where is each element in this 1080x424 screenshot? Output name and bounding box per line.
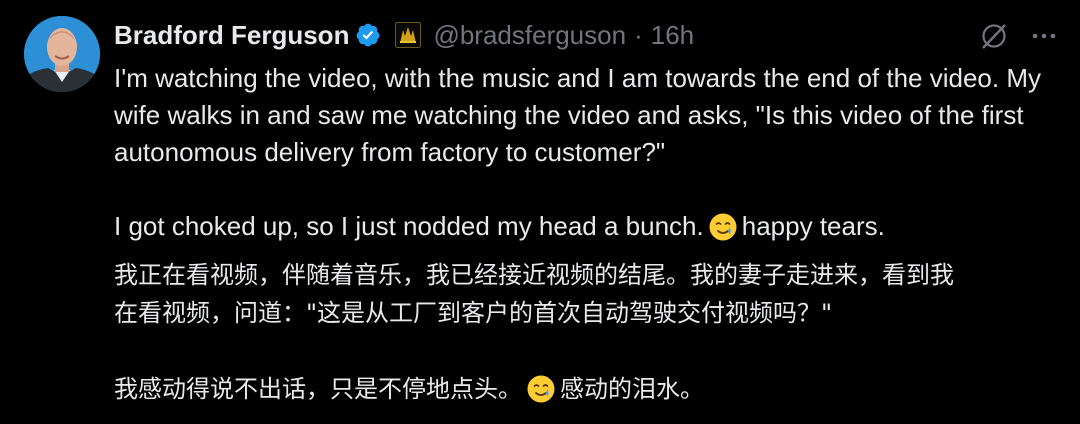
tweet-card[interactable]: Bradford Ferguson @bradsferguson · 16h I…	[0, 0, 1080, 424]
tweet-header: Bradford Ferguson @bradsferguson · 16h	[114, 17, 694, 53]
affiliate-logo-icon[interactable]	[395, 22, 422, 48]
smiling-face-with-tear-emoji-icon	[526, 374, 556, 415]
tweet-paragraph-zh-2-text: 我感动得说不出话，只是不停地点头。	[114, 375, 522, 403]
avatar-image	[24, 16, 100, 92]
tweet-paragraph-en-2-text: I got choked up, so I just nodded my hea…	[114, 211, 704, 241]
verified-badge-icon[interactable]	[355, 22, 381, 48]
tweet-paragraph-zh-1: 我正在看视频，伴随着音乐，我已经接近视频的结尾。我的妻子走进来，看到我在看视频，…	[114, 261, 954, 327]
grok-icon[interactable]	[974, 16, 1014, 56]
tweet-paragraph-en-2: I got choked up, so I just nodded my hea…	[114, 208, 1064, 252]
tweet-paragraph-zh-2: 我感动得说不出话，只是不停地点头。 感动的泪水。	[114, 370, 1064, 415]
smiling-face-with-tear-emoji-icon	[708, 212, 738, 252]
author-display-name[interactable]: Bradford Ferguson	[114, 20, 349, 51]
author-handle[interactable]: @bradsferguson	[433, 20, 626, 51]
tweet-paragraph-en-1: I'm watching the video, with the music a…	[114, 63, 1049, 167]
author-avatar[interactable]	[24, 16, 100, 92]
tweet-text: I'm watching the video, with the music a…	[114, 60, 1064, 415]
tweet-paragraph-en-2-tail: happy tears.	[741, 211, 885, 241]
more-options-icon[interactable]	[1024, 16, 1064, 56]
tweet-timestamp[interactable]: 16h	[651, 20, 694, 51]
tweet-paragraph-zh-2-tail: 感动的泪水。	[560, 375, 704, 403]
header-separator: ·	[634, 19, 643, 50]
